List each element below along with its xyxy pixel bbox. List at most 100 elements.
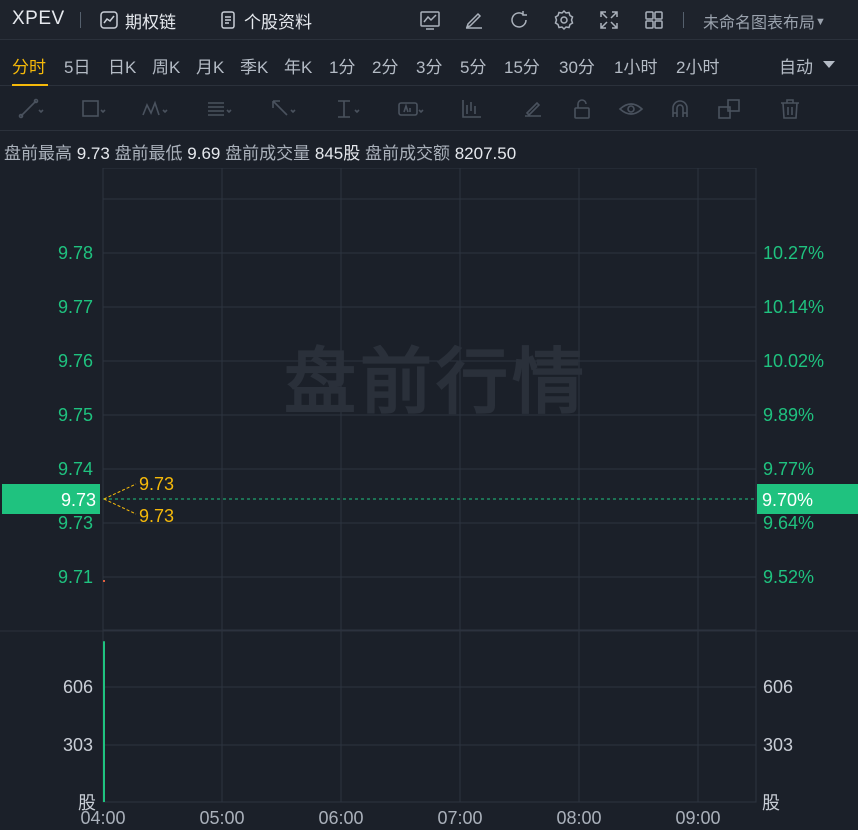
time-tick-label: 04:00	[80, 808, 125, 828]
volume-unit-label-right: 股	[762, 793, 780, 814]
tab-15min[interactable]: 15分	[504, 53, 540, 78]
period-tabs: 分时 5日 日K 周K 月K 季K 年K 1分 2分 3分 5分 15分 30分…	[0, 40, 858, 86]
time-tick-label: 05:00	[199, 808, 244, 828]
volume-tick-label-right: 303	[763, 735, 793, 755]
edit-icon[interactable]	[462, 8, 486, 32]
volume-tick-label-right: 606	[763, 677, 793, 697]
stock-profile-button[interactable]: 个股资料	[218, 6, 312, 34]
volume-bar	[103, 641, 105, 802]
vertical-line-icon[interactable]	[332, 95, 360, 123]
price-tick-label: 9.74	[58, 459, 93, 479]
pct-tick-label: 9.64%	[763, 513, 814, 533]
arrow-tool-icon[interactable]	[268, 95, 296, 123]
price-tick-label: 9.71	[58, 567, 93, 587]
layout-selector[interactable]: 未命名图表布局▼	[703, 9, 826, 33]
pct-tick-label: 9.89%	[763, 405, 814, 425]
price-tick-label: 9.78	[58, 243, 93, 263]
stock-profile-label: 个股资料	[244, 12, 312, 32]
layers-icon[interactable]	[715, 95, 743, 123]
low-label: 盘前最低	[114, 144, 183, 163]
pct-tick-label: 10.27%	[763, 243, 824, 263]
tab-3min[interactable]: 3分	[416, 53, 442, 78]
pct-tick-label: 10.02%	[763, 351, 824, 371]
brush-icon[interactable]	[519, 95, 547, 123]
time-tick-label: 07:00	[437, 808, 482, 828]
divider	[683, 12, 684, 28]
caret-down-icon	[823, 61, 835, 68]
lock-icon[interactable]	[568, 95, 596, 123]
time-tick-label: 09:00	[675, 808, 720, 828]
option-chain-button[interactable]: 期权链	[99, 6, 176, 34]
tab-day-k[interactable]: 日K	[108, 53, 136, 78]
time-tick-label: 08:00	[556, 808, 601, 828]
refresh-icon[interactable]	[507, 8, 531, 32]
eye-icon[interactable]	[617, 95, 645, 123]
high-value: 9.73	[76, 144, 110, 163]
price-tick-label: 9.73	[58, 513, 93, 533]
scale-mode-selector[interactable]: 自动	[779, 53, 813, 78]
tab-5min[interactable]: 5分	[460, 53, 486, 78]
tab-week-k[interactable]: 周K	[152, 53, 180, 78]
amount-label: 盘前成交额	[364, 144, 450, 163]
tab-month-k[interactable]: 月K	[196, 53, 224, 78]
tab-5day[interactable]: 5日	[64, 53, 90, 78]
document-icon	[221, 11, 235, 29]
option-chain-label: 期权链	[125, 12, 176, 32]
tab-2hour[interactable]: 2小时	[676, 53, 719, 78]
amount-value: 8207.50	[454, 144, 517, 163]
trend-line-icon[interactable]	[16, 95, 44, 123]
divider	[80, 12, 81, 28]
top-bar: XPEV 期权链 个股资料 未命名图表布局▼	[0, 0, 858, 40]
tab-year-k[interactable]: 年K	[284, 53, 312, 78]
volume-value: 845股	[314, 144, 361, 163]
high-label: 盘前最高	[4, 144, 72, 163]
indicator-icon[interactable]	[418, 8, 442, 32]
price-tick-label: 9.77	[58, 297, 93, 317]
time-axis: 04:00 05:00 06:00 07:00 08:00 09:00	[80, 808, 720, 828]
current-price-value: 9.73	[61, 490, 96, 510]
price-tick-label: 9.76	[58, 351, 93, 371]
intraday-chart[interactable]: 9.78 9.77 9.76 9.75 9.74 9.73 9.71 10.27% 10.14%…	[0, 168, 858, 830]
pct-tick-label: 9.77%	[763, 459, 814, 479]
plot-frame	[102, 168, 757, 803]
wave-pattern-icon[interactable]	[140, 95, 168, 123]
layout-label: 未命名图表布局	[703, 15, 816, 32]
volume-label: 盘前成交量	[225, 144, 311, 163]
time-tick-label: 06:00	[318, 808, 363, 828]
drawing-toolbar	[0, 87, 858, 131]
caret-down-icon: ▼	[815, 16, 826, 28]
low-value: 9.69	[187, 144, 221, 163]
tab-1hour[interactable]: 1小时	[614, 53, 657, 78]
pct-tick-label: 10.14%	[763, 297, 824, 317]
price-point	[103, 580, 105, 582]
pct-tick-label: 9.52%	[763, 567, 814, 587]
fibonacci-icon[interactable]	[204, 95, 232, 123]
ticker-symbol[interactable]: XPEV	[12, 8, 65, 30]
text-tool-icon[interactable]	[396, 95, 424, 123]
fullscreen-icon[interactable]	[597, 8, 621, 32]
price-tick-label: 9.75	[58, 405, 93, 425]
grid-layout-icon[interactable]	[642, 8, 666, 32]
rectangle-tool-icon[interactable]	[78, 95, 106, 123]
tab-1min[interactable]: 1分	[329, 53, 355, 78]
chart-document-icon	[100, 11, 118, 29]
current-pct-value: 9.70%	[762, 490, 813, 510]
volume-tick-label: 303	[63, 735, 93, 755]
trash-icon[interactable]	[776, 95, 804, 123]
candle-tool-icon[interactable]	[458, 95, 486, 123]
low-callout-line	[103, 498, 137, 515]
volume-tick-label: 606	[63, 677, 93, 697]
tab-quarter-k[interactable]: 季K	[240, 53, 268, 78]
tab-2min[interactable]: 2分	[372, 53, 398, 78]
magnet-icon[interactable]	[666, 95, 694, 123]
high-callout-line	[103, 483, 137, 500]
premarket-watermark: 盘前行情	[284, 343, 589, 423]
low-callout-label: 9.73	[139, 506, 174, 526]
high-callout-label: 9.73	[139, 474, 174, 494]
chart-grid	[0, 168, 858, 803]
gear-icon[interactable]	[552, 8, 576, 32]
active-tab-indicator	[12, 84, 48, 86]
tab-30min[interactable]: 30分	[559, 53, 595, 78]
tab-intraday[interactable]: 分时	[12, 53, 46, 78]
premarket-summary: 盘前最高 9.73 盘前最低 9.69 盘前成交量 845股 盘前成交额 820…	[4, 139, 516, 164]
